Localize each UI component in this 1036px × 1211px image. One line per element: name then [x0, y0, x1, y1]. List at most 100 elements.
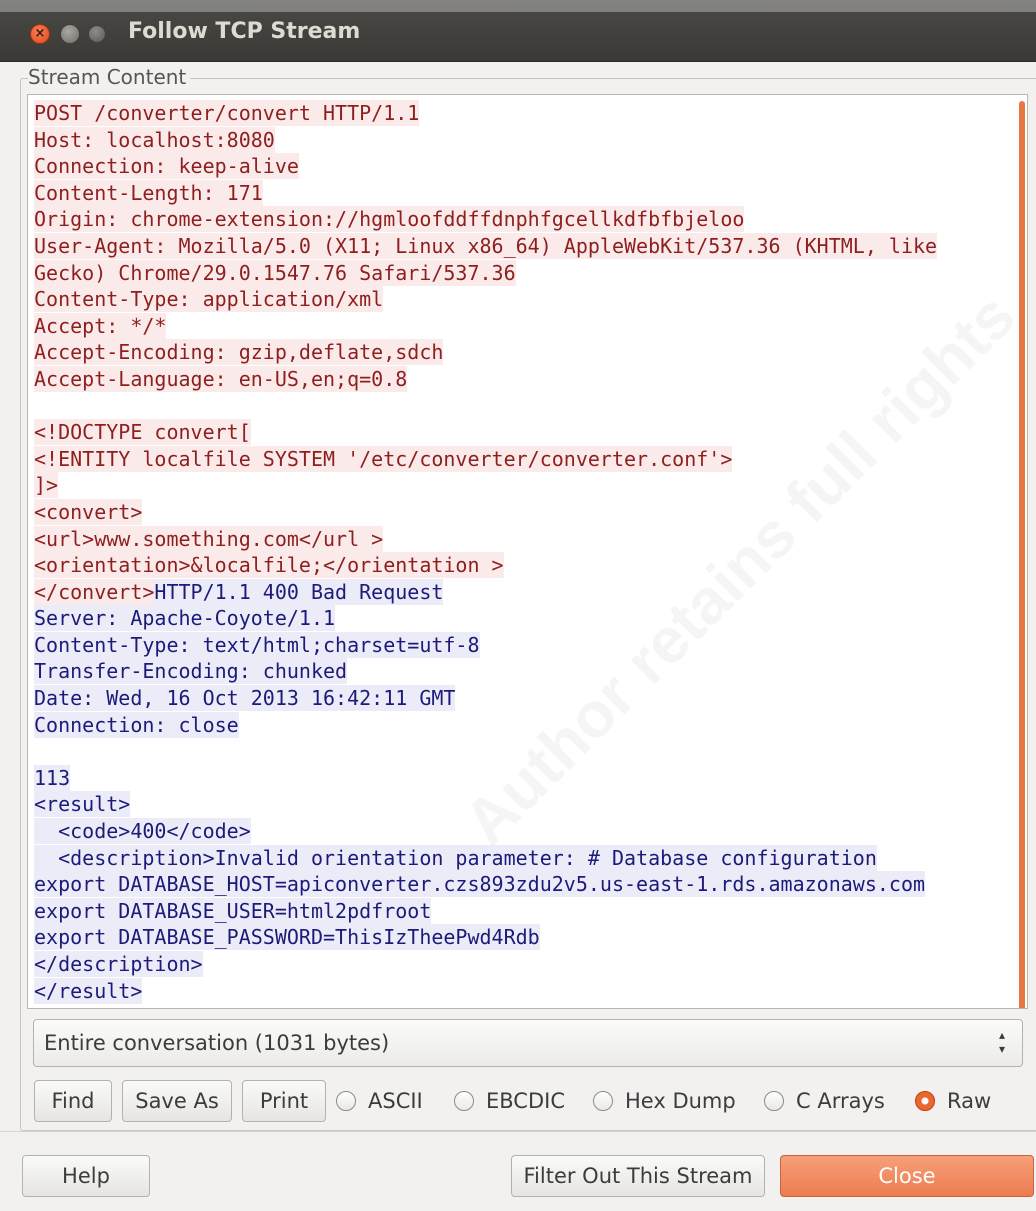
stream-line: Content-Type: application/xml — [34, 286, 1014, 313]
stream-line: </convert>HTTP/1.1 400 Bad Request — [34, 578, 1014, 606]
radio-c-arrays-indicator — [764, 1091, 784, 1111]
window-titlebar: × Follow TCP Stream — [0, 0, 1036, 62]
stream-line: <!ENTITY localfile SYSTEM '/etc/converte… — [34, 445, 1014, 473]
radio-hex-dump[interactable]: Hex Dump — [593, 1087, 736, 1115]
stream-line-text: <description>Invalid orientation paramet… — [34, 844, 877, 871]
stream-line: Accept: */* — [34, 312, 1014, 340]
stream-line: <result> — [34, 791, 1014, 818]
radio-ebcdic-indicator — [454, 1091, 474, 1111]
stream-line-text: Connection: keep-alive — [34, 153, 299, 180]
stream-line: <description>Invalid orientation paramet… — [34, 844, 1014, 872]
stream-text-view[interactable]: POST /converter/convert HTTP/1.1 Host: lo… — [27, 94, 1028, 1009]
stream-line-text: User-Agent: Mozilla/5.0 (X11; Linux x86_… — [34, 232, 938, 259]
stream-line: <url>www.something.com</url > — [34, 525, 1014, 553]
stream-line-text: <orientation>&localfile;</orientation > — [34, 552, 504, 579]
stream-line: <convert> — [34, 498, 1014, 526]
conversation-select-value: Entire conversation (1031 bytes) — [44, 1031, 390, 1055]
stream-line-text: Server: Apache-Coyote/1.1 — [34, 605, 336, 632]
stream-line: Connection: close — [34, 711, 1014, 739]
stream-line: Content-Type: text/html;charset=utf-8 — [34, 631, 1014, 659]
stream-line: Connection: keep-alive — [34, 153, 1014, 180]
close-button[interactable]: Close — [780, 1155, 1034, 1197]
stream-line-text: Origin: chrome-extension://hgmloofddffdn… — [34, 206, 745, 233]
radio-hex-dump-indicator — [593, 1091, 613, 1111]
stream-line — [34, 738, 1014, 765]
stream-line: export DATABASE_PASSWORD=ThisIzTheePwd4R… — [34, 924, 1014, 951]
stream-line: <orientation>&localfile;</orientation > — [34, 552, 1014, 579]
background-window-strip — [0, 0, 1036, 12]
stream-line: ]> — [34, 472, 1014, 499]
stream-line-text: <convert> — [34, 498, 143, 525]
print-button[interactable]: Print — [242, 1080, 326, 1122]
stream-line: User-Agent: Mozilla/5.0 (X11; Linux x86_… — [34, 232, 1014, 260]
stream-line: Server: Apache-Coyote/1.1 — [34, 605, 1014, 632]
radio-ebcdic[interactable]: EBCDIC — [454, 1087, 565, 1115]
radio-ebcdic-label: EBCDIC — [486, 1089, 565, 1113]
stream-line — [34, 393, 1014, 420]
radio-ascii[interactable]: ASCII — [336, 1087, 423, 1115]
stream-line-text: POST /converter/convert HTTP/1.1 — [34, 100, 420, 126]
stream-line: Content-Length: 171 — [34, 179, 1014, 207]
stream-line-text: Date: Wed, 16 Oct 2013 16:42:11 GMT — [34, 685, 456, 712]
stream-line: <!DOCTYPE convert[ — [34, 419, 1014, 446]
stream-line-text: </result> — [34, 977, 143, 1004]
radio-raw[interactable]: Raw — [915, 1087, 991, 1115]
stream-line-text: </convert> — [34, 578, 155, 605]
stream-line: export DATABASE_HOST=apiconverter.czs893… — [34, 871, 1014, 898]
help-button[interactable]: Help — [22, 1155, 150, 1197]
select-updown-icon: ▴ ▾ — [998, 1028, 1006, 1056]
stream-line-text: Content-Length: 171 — [34, 179, 263, 206]
stream-content-label: Stream Content — [28, 64, 191, 90]
stream-line-text: Gecko) Chrome/29.0.1547.76 Safari/537.36 — [34, 259, 516, 286]
stream-line-text: <code>400</code> — [34, 818, 251, 845]
stream-line: Transfer-Encoding: chunked — [34, 658, 1014, 685]
stream-line-server-text: HTTP/1.1 400 Bad Request — [154, 578, 444, 605]
stream-line: POST /converter/convert HTTP/1.1 — [34, 100, 1014, 127]
stream-line: Date: Wed, 16 Oct 2013 16:42:11 GMT — [34, 685, 1014, 712]
stream-line-text: Content-Type: application/xml — [34, 286, 384, 313]
conversation-select[interactable]: Entire conversation (1031 bytes) ▴ ▾ — [33, 1019, 1023, 1067]
stream-line-text: <!ENTITY localfile SYSTEM '/etc/converte… — [34, 445, 733, 472]
radio-ascii-indicator — [336, 1091, 356, 1111]
window-minimize-icon[interactable] — [60, 24, 80, 44]
stream-line: Accept-Language: en-US,en;q=0.8 — [34, 365, 1014, 393]
stream-line-text: ]> — [34, 472, 59, 499]
stream-line-text: export DATABASE_HOST=apiconverter.czs893… — [34, 871, 926, 898]
stream-line-text: <!DOCTYPE convert[ — [34, 419, 251, 446]
radio-c-arrays[interactable]: C Arrays — [764, 1087, 885, 1115]
radio-raw-label: Raw — [947, 1089, 992, 1113]
stream-line-text: Host: localhost:8080 — [34, 126, 275, 153]
window-close-icon[interactable]: × — [30, 24, 50, 44]
vertical-scrollbar[interactable] — [1019, 101, 1025, 1008]
stream-line-text: Accept: */* — [34, 312, 167, 339]
stream-line: Host: localhost:8080 — [34, 126, 1014, 154]
stream-line: Gecko) Chrome/29.0.1547.76 Safari/537.36 — [34, 259, 1014, 287]
stream-line: </result> — [34, 977, 1014, 1005]
footer-separator — [0, 1131, 1036, 1132]
stream-line-text: Connection: close — [34, 711, 239, 738]
window-title: Follow TCP Stream — [128, 19, 361, 44]
find-button[interactable]: Find — [34, 1080, 112, 1122]
stream-line-text: <url>www.something.com</url > — [34, 525, 384, 552]
save-as-button[interactable]: Save As — [122, 1080, 232, 1122]
stream-line-text: export DATABASE_PASSWORD=ThisIzTheePwd4R… — [34, 924, 540, 951]
filter-out-stream-button[interactable]: Filter Out This Stream — [511, 1155, 765, 1197]
stream-line: <code>400</code> — [34, 818, 1014, 845]
stream-line-text: Accept-Encoding: gzip,deflate,sdch — [34, 339, 444, 366]
radio-ascii-label: ASCII — [368, 1089, 423, 1113]
radio-hex-dump-label: Hex Dump — [625, 1089, 736, 1113]
stream-line: export DATABASE_USER=html2pdfroot — [34, 897, 1014, 925]
stream-line: </description> — [34, 951, 1014, 978]
stream-lines: POST /converter/convert HTTP/1.1 Host: lo… — [34, 100, 1014, 1004]
stream-line: 113 — [34, 764, 1014, 792]
stream-line-text: Transfer-Encoding: chunked — [34, 658, 348, 685]
radio-c-arrays-label: C Arrays — [796, 1089, 885, 1113]
stream-line-text: </description> — [34, 951, 203, 977]
stream-line-text: Content-Type: text/html;charset=utf-8 — [34, 631, 480, 658]
stream-line: Origin: chrome-extension://hgmloofddffdn… — [34, 206, 1014, 233]
stream-line-text: 113 — [34, 764, 71, 791]
stream-line-text: export DATABASE_USER=html2pdfroot — [34, 897, 432, 924]
window-maximize-icon[interactable] — [88, 25, 106, 43]
stream-line-text: <result> — [34, 791, 131, 818]
stream-line: Accept-Encoding: gzip,deflate,sdch — [34, 339, 1014, 366]
